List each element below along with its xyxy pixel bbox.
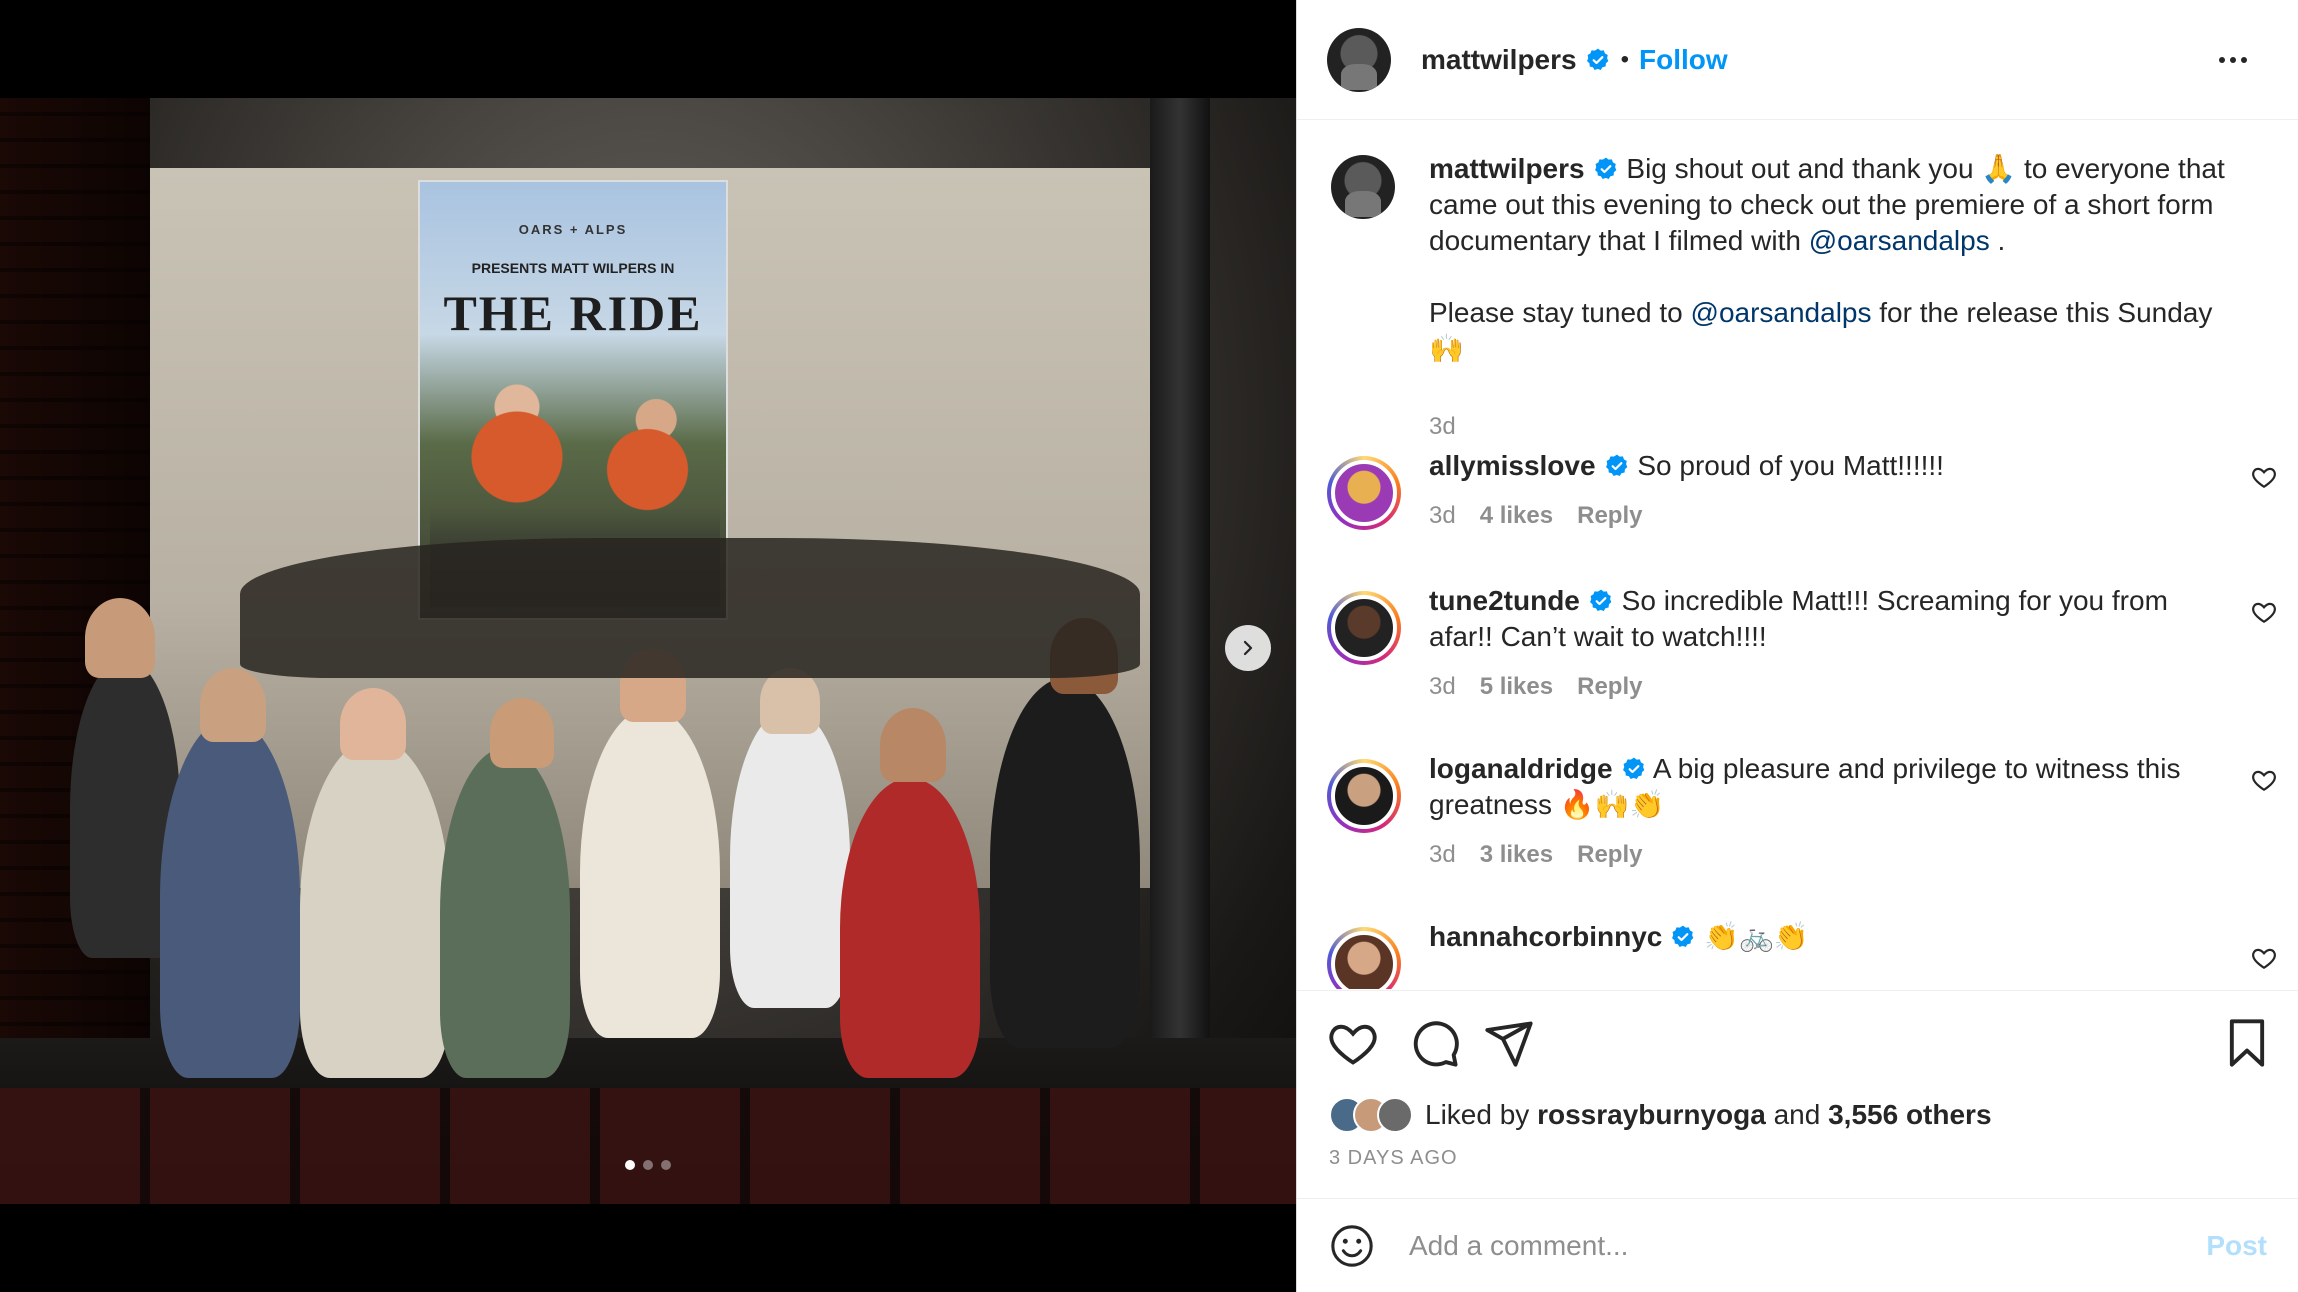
group-of-people	[40, 538, 1220, 1098]
more-dot	[2230, 57, 2236, 63]
comment-avatar[interactable]	[1327, 591, 1401, 665]
comment-meta: 3d 5 likes Reply	[1429, 673, 1666, 701]
caption-mention-link[interactable]: @oarsandalps	[1809, 225, 1990, 256]
comment-meta: 3d 4 likes Reply	[1429, 502, 1666, 530]
comment-text: 👏🚲👏	[1704, 921, 1809, 952]
verified-badge-icon	[1672, 925, 1694, 947]
post-comment-button[interactable]: Post	[2206, 1230, 2267, 1262]
save-bookmark-icon[interactable]	[2221, 1017, 2273, 1069]
carousel-dot	[625, 1160, 635, 1170]
chevron-right-icon	[1243, 640, 1253, 656]
poster-presents: PRESENTS MATT WILPERS IN	[471, 260, 675, 276]
author-avatar[interactable]	[1327, 27, 1391, 92]
comment-likes[interactable]: 3 likes	[1480, 841, 1553, 868]
comment-username[interactable]: hannahcorbinnyc	[1429, 921, 1662, 952]
carousel-indicator	[0, 1160, 1296, 1170]
verified-badge-icon	[1622, 757, 1644, 779]
reply-button[interactable]: Reply	[1577, 673, 1642, 700]
comment: allymisslove So proud of you Matt!!!!!! …	[1327, 450, 2277, 566]
add-comment-bar: Post	[1297, 1198, 2298, 1292]
poster-brand: OARS + ALPS	[518, 222, 628, 237]
caption-username[interactable]: mattwilpers	[1429, 153, 1585, 184]
post-photo[interactable]: OARS + ALPS PRESENTS MATT WILPERS IN THE…	[0, 98, 1296, 1204]
caption-meta: 3d	[1429, 413, 1480, 441]
comment-avatar[interactable]	[1327, 456, 1401, 530]
comment-body: allymisslove So proud of you Matt!!!!!!	[1429, 448, 2229, 484]
verified-badge-icon	[1589, 589, 1612, 611]
comment-avatar-image	[1331, 595, 1397, 661]
follow-button[interactable]: Follow	[1639, 44, 1728, 76]
more-options-button[interactable]	[2219, 46, 2259, 74]
liked-by-middle: and	[1765, 1099, 1829, 1130]
post-media: OARS + ALPS PRESENTS MATT WILPERS IN THE…	[0, 0, 1296, 1292]
liked-by-user[interactable]: rossrayburnyoga	[1537, 1099, 1766, 1130]
comment-avatar-image	[1331, 931, 1397, 989]
post-panel: mattwilpers • Follow mattwilpers Big sho…	[1296, 0, 2298, 1292]
comment: hannahcorbinnyc 👏🚲👏	[1327, 921, 2277, 989]
comment-avatar-image	[1331, 460, 1397, 526]
carousel-next-button[interactable]	[1225, 625, 1271, 671]
caption-time: 3d	[1429, 413, 1456, 440]
comment-text: So proud of you Matt!!!!!!	[1637, 450, 1944, 481]
carousel-dot	[661, 1160, 671, 1170]
reply-button[interactable]: Reply	[1577, 502, 1642, 529]
comment-username[interactable]: allymisslove	[1429, 450, 1596, 481]
header-separator: •	[1620, 45, 1630, 73]
like-heart-icon[interactable]	[1327, 1017, 1379, 1069]
comment-body: hannahcorbinnyc 👏🚲👏	[1429, 919, 2229, 955]
share-paper-plane-icon[interactable]	[1483, 1017, 1535, 1069]
liked-by-text: Liked by rossrayburnyoga and 3,556 other…	[1425, 1099, 1992, 1131]
like-comment-heart-icon[interactable]	[2251, 945, 2277, 971]
verified-badge-icon	[1605, 454, 1627, 476]
more-dot	[2241, 57, 2247, 63]
post-actions: Liked by rossrayburnyoga and 3,556 other…	[1297, 990, 2298, 1200]
caption-mention-link[interactable]: @oarsandalps	[1691, 297, 1872, 328]
comment-likes[interactable]: 4 likes	[1480, 502, 1553, 529]
post-date[interactable]: 3 DAYS AGO	[1329, 1147, 1458, 1170]
comment: loganaldridge A big pleasure and privile…	[1327, 753, 2277, 899]
emoji-icon[interactable]	[1329, 1223, 1375, 1269]
comment-time: 3d	[1429, 502, 1456, 529]
liked-by-prefix: Liked by	[1425, 1099, 1538, 1130]
comment-meta: 3d 3 likes Reply	[1429, 841, 1666, 869]
caption-text: Please stay tuned to	[1429, 297, 1691, 328]
comment-avatar[interactable]	[1327, 927, 1401, 989]
caption-body: mattwilpers Big shout out and thank you …	[1429, 151, 2229, 367]
like-comment-heart-icon[interactable]	[2251, 767, 2277, 793]
liked-by-others[interactable]: 3,556 others	[1828, 1099, 1991, 1130]
comment-username[interactable]: loganaldridge	[1429, 753, 1613, 784]
more-dot	[2219, 57, 2225, 63]
carousel-dot	[643, 1160, 653, 1170]
liker-avatar[interactable]	[1377, 1097, 1413, 1133]
liked-by: Liked by rossrayburnyoga and 3,556 other…	[1329, 1097, 1992, 1133]
like-comment-heart-icon[interactable]	[2251, 599, 2277, 625]
verified-badge-icon	[1586, 48, 1608, 70]
comment: tune2tunde So incredible Matt!!! Screami…	[1327, 585, 2277, 731]
comment-username[interactable]: tune2tunde	[1429, 585, 1580, 616]
post-header: mattwilpers • Follow	[1297, 0, 2298, 120]
verified-badge-icon	[1594, 157, 1616, 179]
comments-section[interactable]: mattwilpers Big shout out and thank you …	[1297, 121, 2298, 989]
comment-likes[interactable]: 5 likes	[1480, 673, 1553, 700]
author-username[interactable]: mattwilpers	[1421, 44, 1577, 76]
theater-seats	[0, 1088, 1296, 1204]
comment-avatar[interactable]	[1327, 759, 1401, 833]
caption-avatar[interactable]	[1327, 151, 1401, 225]
caption-text: .	[1989, 225, 2006, 256]
caption-avatar-image	[1331, 155, 1395, 219]
comment-input[interactable]	[1409, 1229, 2187, 1262]
comment-body: loganaldridge A big pleasure and privile…	[1429, 751, 2229, 823]
comment-time: 3d	[1429, 841, 1456, 868]
like-comment-heart-icon[interactable]	[2251, 464, 2277, 490]
reply-button[interactable]: Reply	[1577, 841, 1642, 868]
comment-avatar-image	[1331, 763, 1397, 829]
comment-body: tune2tunde So incredible Matt!!! Screami…	[1429, 583, 2229, 655]
poster-title: THE RIDE	[443, 285, 703, 341]
caption: mattwilpers Big shout out and thank you …	[1327, 151, 2277, 440]
comment-time: 3d	[1429, 673, 1456, 700]
comment-bubble-icon[interactable]	[1409, 1017, 1461, 1069]
